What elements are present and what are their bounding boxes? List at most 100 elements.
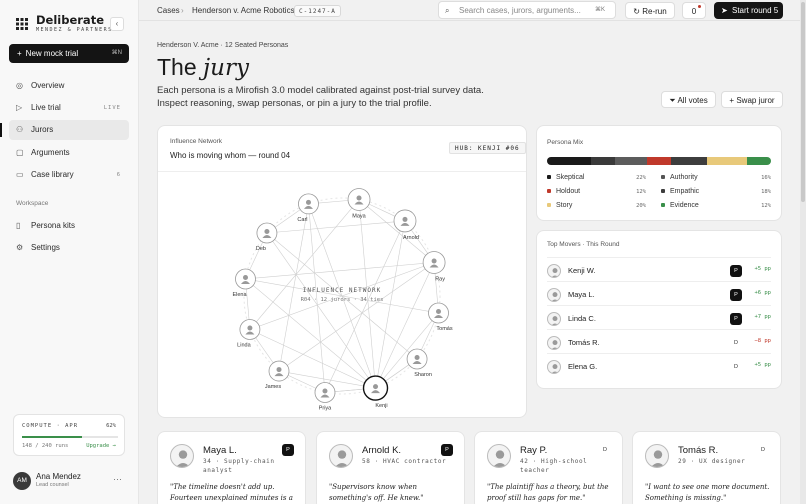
juror-node[interactable]: Tomás [428, 302, 453, 332]
mix-segment [747, 157, 771, 165]
network-center-title: INFLUENCE NETWORK [303, 287, 381, 294]
rerun-button[interactable]: ↻ Re-run [625, 2, 675, 19]
all-votes-button[interactable]: ⏷ All votes [661, 91, 716, 108]
juror-name: Ray P. [520, 445, 548, 456]
mover-row[interactable]: Kenji W. P +5 pp [547, 257, 771, 281]
avatar [547, 360, 561, 374]
juror-node[interactable]: Linda [237, 319, 261, 349]
user-name: Ana Mendez [36, 472, 81, 481]
home-icon: ◎ [16, 81, 23, 90]
page-title: The jury [157, 54, 249, 81]
juror-card[interactable]: Arnold K. 58 · HVAC contractor P "Superviso… [316, 431, 465, 504]
breadcrumb-cases[interactable]: Cases [157, 6, 180, 15]
breadcrumb-case[interactable]: Henderson v. Acme Robotics [192, 6, 295, 15]
mover-name: Tomás R. [568, 338, 600, 347]
mover-row[interactable]: Linda C. P +7 pp [547, 305, 771, 329]
person-icon [551, 268, 559, 277]
legend-value: 22% [636, 175, 646, 181]
chevron-left-icon: ‹ [115, 19, 119, 28]
sidebar-item-label: Arguments [31, 148, 70, 157]
mover-row[interactable]: Elena G. D +5 pp [547, 353, 771, 377]
person-icon [276, 367, 282, 373]
mover-delta: +5 pp [754, 362, 771, 368]
notification-count: 0 [691, 7, 697, 16]
sidebar-item-settings[interactable]: ⚙ Settings [9, 238, 129, 258]
juror-card[interactable]: Ray P. 42 · High-school teacher D "The plai… [474, 431, 623, 504]
influence-network-graph: INFLUENCE NETWORK R04 · 12 jurors · 34 ti… [232, 188, 453, 412]
juror-quote: "The timeline doesn't add up. Fourteen u… [170, 483, 293, 502]
plus-icon: + [17, 49, 22, 58]
brand-name: Deliberate [36, 13, 104, 27]
legend-label: Story [556, 202, 573, 209]
juror-node[interactable]: James [265, 360, 290, 390]
juror-node[interactable]: Elena [232, 268, 256, 298]
upgrade-link[interactable]: Upgrade → [86, 443, 116, 449]
avatar [547, 288, 561, 302]
legend-item: Holdout [547, 188, 580, 195]
all-votes-label: All votes [677, 96, 708, 105]
legend-swatch [547, 203, 551, 208]
play-icon: ▷ [16, 103, 23, 112]
person-icon [322, 388, 328, 394]
juror-node[interactable]: Priya [314, 382, 336, 412]
sidebar-item-case-library[interactable]: ▭ Case library 6 [9, 165, 129, 185]
mix-segment [547, 157, 591, 165]
play-icon: ➤ [721, 6, 728, 15]
notifications-button[interactable]: 0 [682, 2, 706, 19]
juror-node[interactable]: Maya [347, 188, 371, 219]
start-round-button[interactable]: ➤ Start round 5 [714, 2, 783, 19]
juror-card[interactable]: Maya L. 34 · Supply-chain analyst P "The ti… [157, 431, 306, 504]
topbar-divider [139, 20, 800, 21]
live-badge: LIVE [103, 105, 121, 111]
influence-edge [249, 329, 376, 389]
plus-icon: + [729, 96, 735, 105]
collapse-sidebar-button[interactable]: ‹ [110, 17, 124, 31]
folder-icon: ▭ [16, 170, 24, 179]
network-heading: Influence Network [170, 138, 223, 145]
sidebar-item-arguments[interactable]: ▢ Arguments [9, 143, 129, 163]
mix-segment [671, 157, 707, 165]
sidebar-item-overview[interactable]: ◎ Overview [9, 76, 129, 96]
person-icon [551, 340, 559, 349]
juror-node[interactable]: Deb [256, 222, 278, 252]
legend-swatch [547, 175, 551, 180]
sidebar-item-label: Overview [31, 81, 65, 90]
new-mock-trial-label: New mock trial [25, 49, 79, 58]
legend-label: Empathic [670, 188, 700, 195]
grid-logo-icon [16, 18, 28, 30]
verdict-badge: P [730, 289, 742, 301]
new-mock-trial-button[interactable]: + New mock trial ⌘N [9, 44, 129, 63]
user-avatar[interactable]: AM [13, 472, 31, 490]
influence-edge [375, 262, 435, 389]
sidebar-item-label: Settings [31, 243, 60, 252]
juror-card[interactable]: Tomás R. 29 · UX designer D "I want to see … [632, 431, 781, 504]
mover-row[interactable]: Maya L. P +6 pp [547, 281, 771, 305]
sidebar-item-persona-kits[interactable]: ▯ Persona kits [9, 216, 129, 236]
juror-node[interactable]: Ray [422, 251, 446, 282]
sidebar-item-live-trial[interactable]: ▷ Live trial LIVE [9, 98, 129, 118]
verdict-badge: P [441, 444, 453, 456]
juror-node[interactable]: Kenji [362, 375, 389, 409]
search-shortcut: ⌘K [594, 7, 605, 13]
mover-row[interactable]: Tomás R. D −8 pp [547, 329, 771, 353]
scrollbar-thumb[interactable] [801, 2, 805, 202]
avatar [170, 444, 194, 468]
juror-node[interactable]: Sharon [406, 348, 432, 378]
legend-item: Skeptical [547, 174, 584, 181]
legend-value: 18% [761, 189, 771, 195]
scrollbar[interactable] [800, 0, 806, 504]
top-movers-heading: Top Movers · This Round [547, 241, 620, 248]
swap-juror-button[interactable]: + Swap juror [721, 91, 783, 108]
search-input[interactable]: ⌕ Search cases, jurors, arguments... ⌘K [438, 1, 616, 19]
more-options-icon[interactable]: ⋯ [113, 474, 122, 485]
juror-node[interactable]: Carl [297, 193, 319, 223]
legend-swatch [661, 189, 665, 194]
person-icon [264, 229, 270, 235]
sidebar-item-label: Persona kits [31, 221, 76, 230]
legend-value: 16% [761, 175, 771, 181]
sidebar-item-jurors[interactable]: ⚇ Jurors [0, 120, 129, 140]
case-id-chip: C-1247-A [294, 5, 341, 17]
legend-label: Authority [670, 174, 698, 181]
gear-icon: ⚙ [16, 243, 24, 252]
legend-label: Skeptical [556, 174, 585, 181]
